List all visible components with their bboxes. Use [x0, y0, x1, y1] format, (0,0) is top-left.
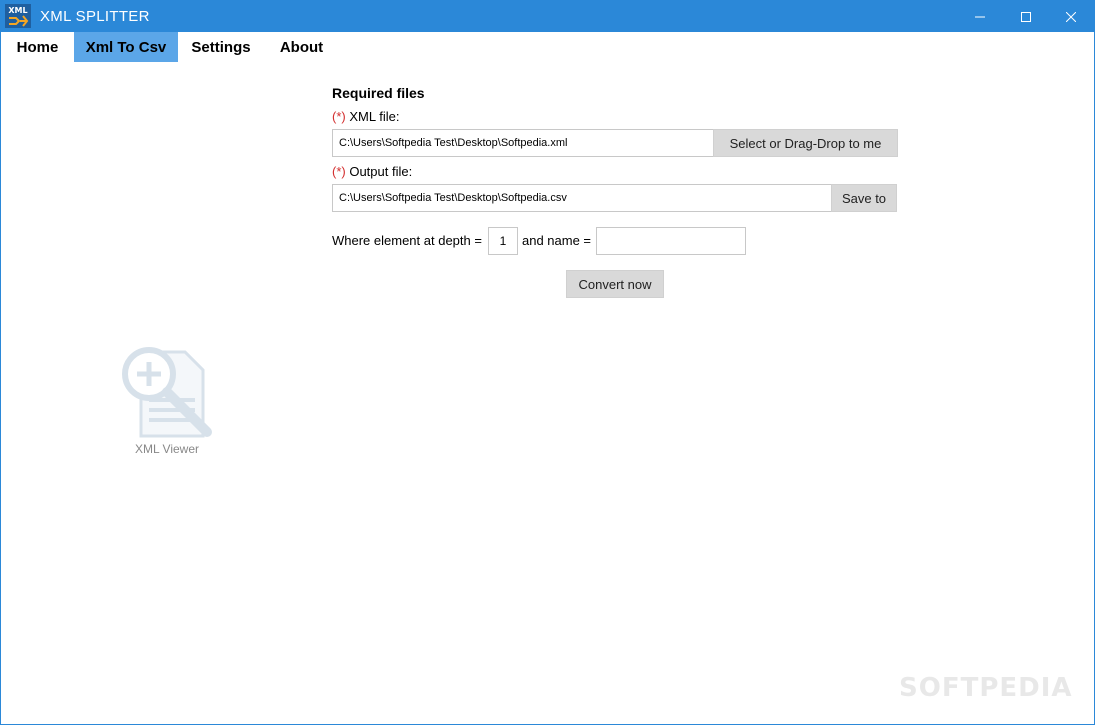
xml-app-icon: XML	[5, 4, 31, 28]
depth-input[interactable]: 1	[488, 227, 518, 255]
output-file-label: (*) Output file:	[332, 164, 412, 179]
softpedia-watermark: SOFTPEDIA	[899, 673, 1073, 703]
tab-settings[interactable]: Settings	[178, 32, 264, 62]
select-xml-button[interactable]: Select or Drag-Drop to me	[713, 129, 898, 157]
save-to-button[interactable]: Save to	[831, 184, 897, 212]
convert-now-button[interactable]: Convert now	[566, 270, 664, 298]
required-marker: (*)	[332, 109, 346, 124]
title-bar[interactable]: XML XML SPLITTER	[1, 1, 1094, 32]
name-input[interactable]	[596, 227, 746, 255]
output-file-label-text: Output file:	[349, 164, 413, 179]
svg-text:XML: XML	[8, 6, 27, 15]
xml-file-label: (*) XML file:	[332, 109, 399, 124]
tab-about[interactable]: About	[264, 32, 339, 62]
xml-viewer-icon[interactable]	[119, 344, 215, 438]
name-label: and name =	[522, 233, 592, 248]
xml-file-label-text: XML file:	[349, 109, 400, 124]
window-title: XML SPLITTER	[40, 8, 150, 25]
minimize-icon	[975, 16, 985, 17]
maximize-icon	[1021, 11, 1031, 22]
xml-viewer-label[interactable]: XML Viewer	[119, 442, 215, 456]
output-file-input[interactable]: C:\Users\Softpedia Test\Desktop\Softpedi…	[332, 184, 832, 212]
tab-home[interactable]: Home	[1, 32, 74, 62]
close-icon	[1066, 11, 1076, 22]
app-window: XML XML SPLITTER Home Xml To Csv Setting…	[0, 0, 1095, 725]
depth-label: Where element at depth =	[332, 233, 482, 248]
required-files-heading: Required files	[332, 85, 425, 101]
close-button[interactable]	[1048, 1, 1094, 32]
xml-file-input[interactable]: C:\Users\Softpedia Test\Desktop\Softpedi…	[332, 129, 714, 157]
minimize-button[interactable]	[957, 1, 1003, 32]
required-marker: (*)	[332, 164, 346, 179]
maximize-button[interactable]	[1003, 1, 1049, 32]
tab-xml-to-csv[interactable]: Xml To Csv	[74, 32, 178, 62]
menu-bar: Home Xml To Csv Settings About	[1, 32, 1094, 62]
